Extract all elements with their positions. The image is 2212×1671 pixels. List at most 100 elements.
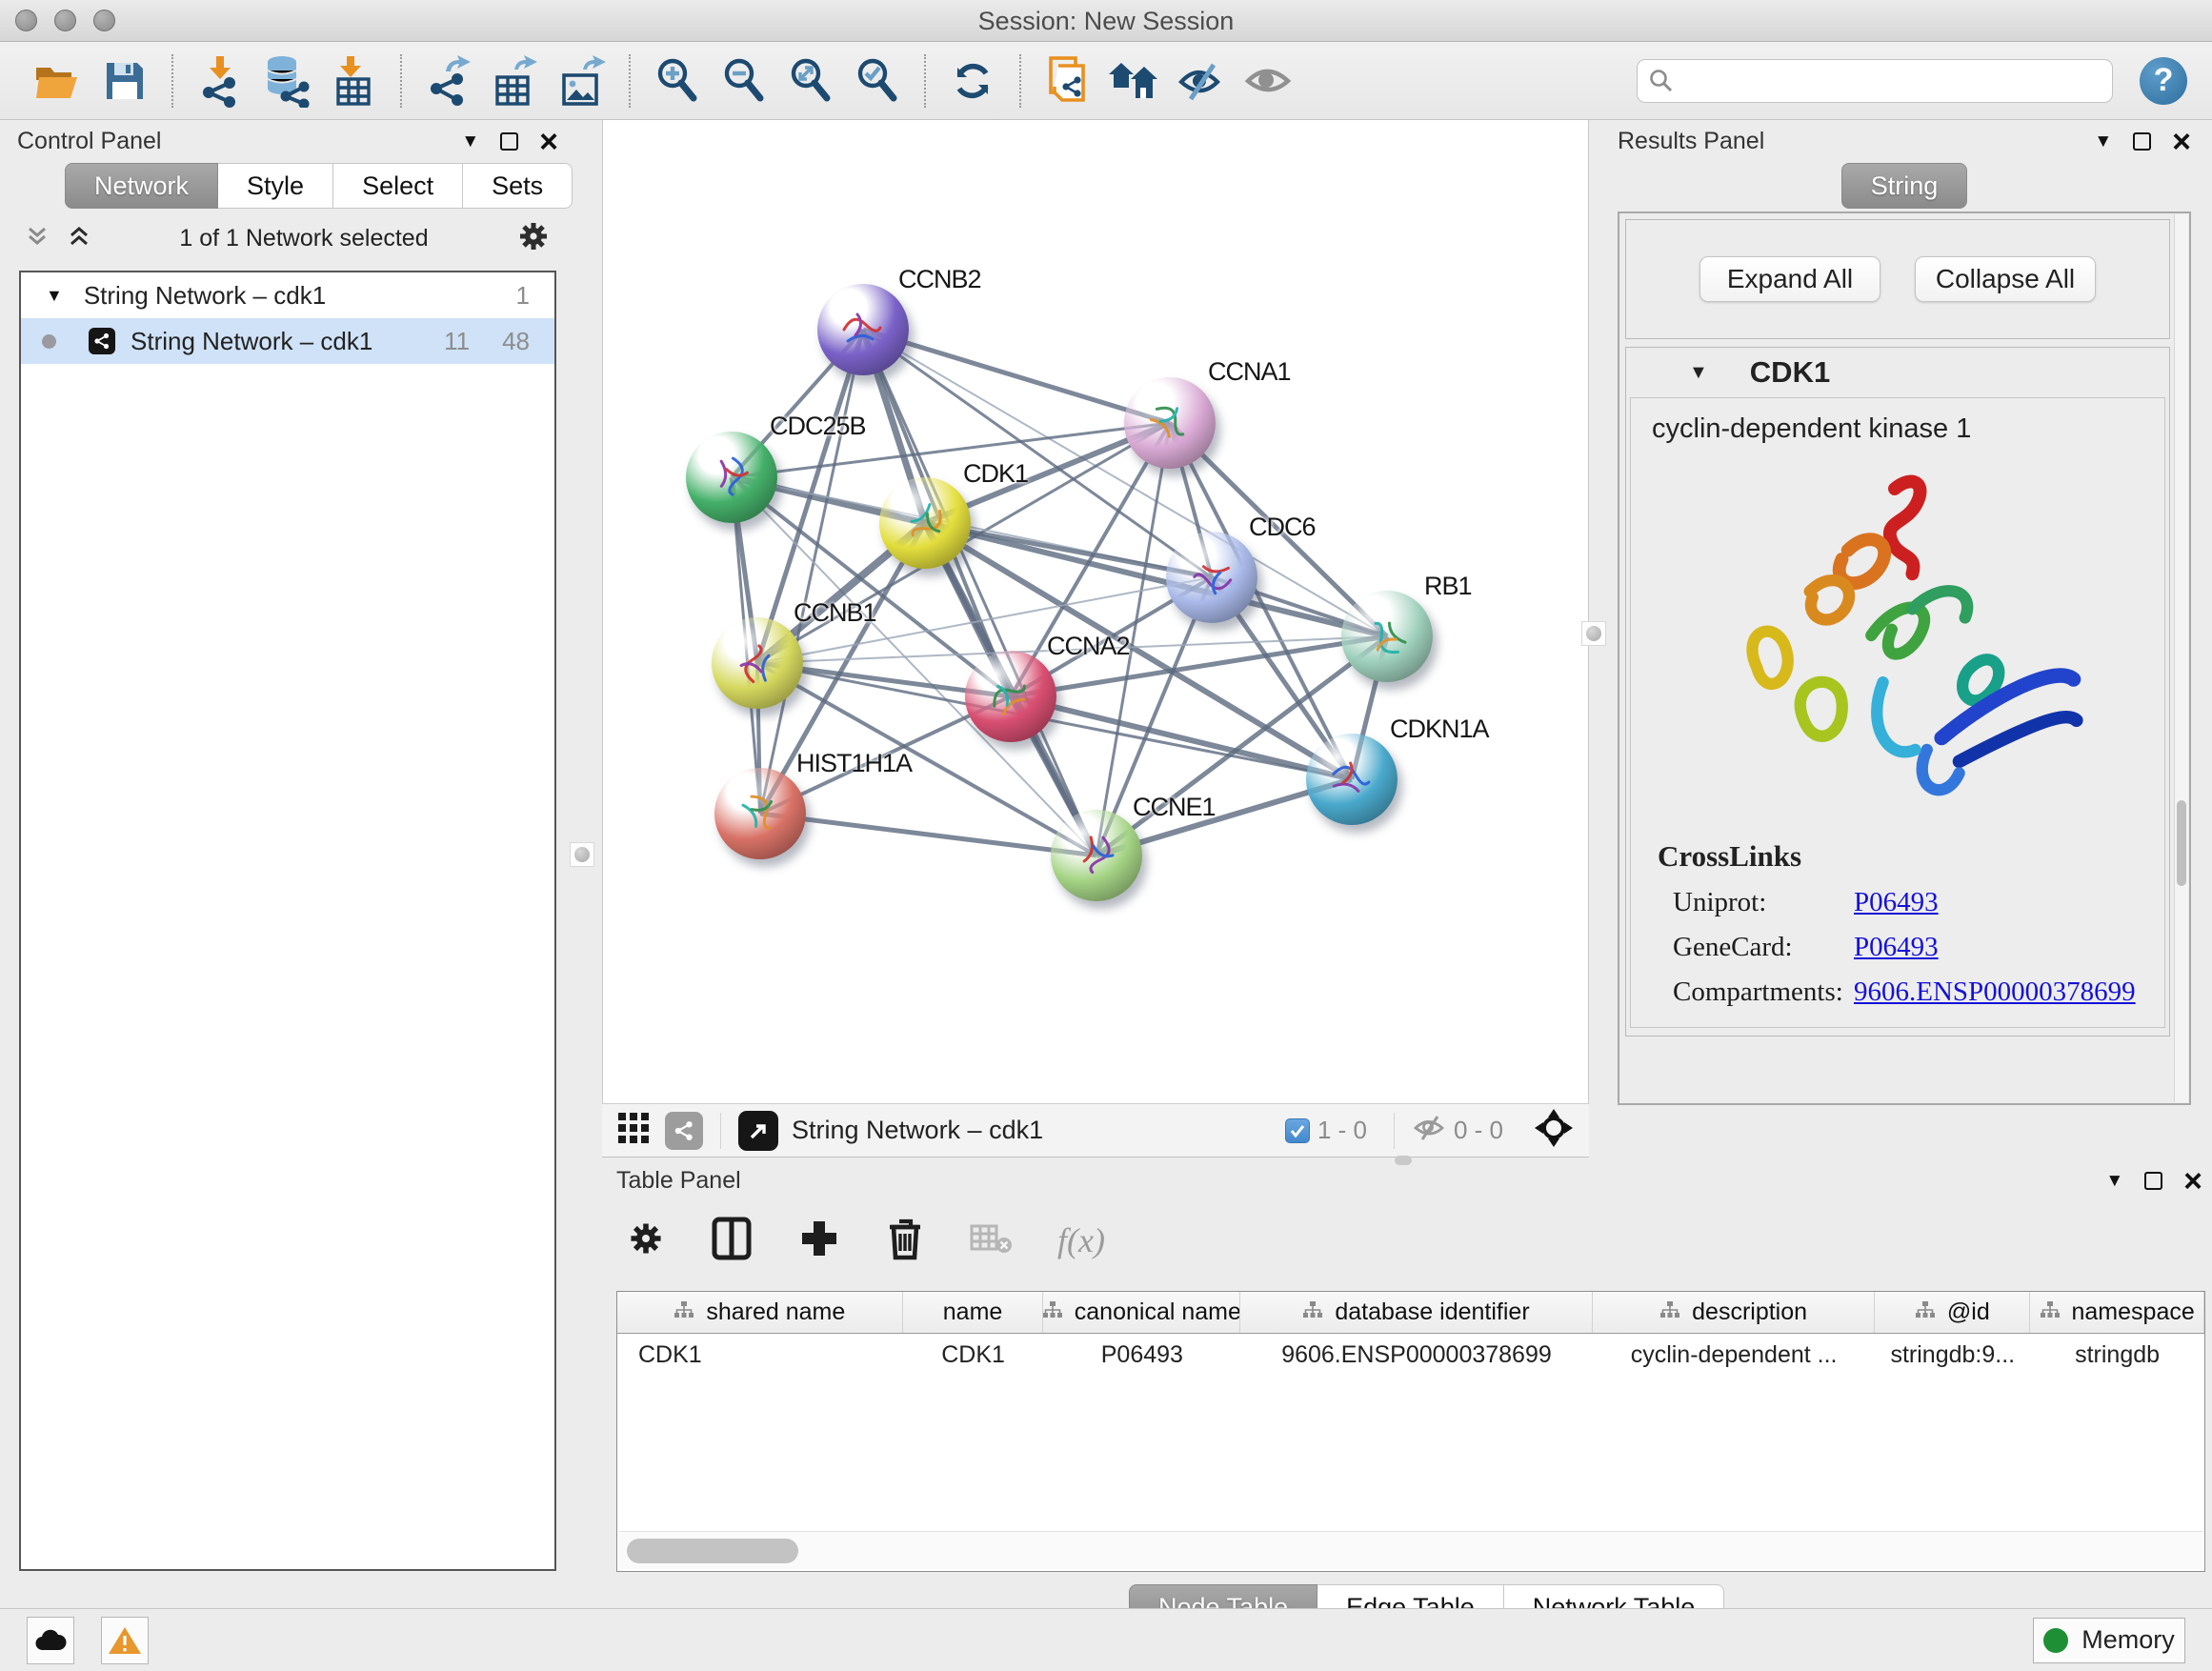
graph-node-cdk1[interactable] bbox=[879, 477, 971, 569]
crosslink-link[interactable]: P06493 bbox=[1854, 887, 1939, 918]
expand-all-button[interactable]: Expand All bbox=[1699, 256, 1880, 302]
graph-node-ccnb2[interactable] bbox=[817, 284, 909, 375]
panel-float-icon[interactable] bbox=[2133, 132, 2151, 151]
table-toolbar: f(x) bbox=[627, 1210, 2212, 1271]
table-horizontal-scrollbar[interactable] bbox=[619, 1531, 2202, 1569]
import-network-icon[interactable] bbox=[193, 54, 247, 108]
toolbar-search[interactable] bbox=[1637, 59, 2113, 103]
panel-float-icon[interactable] bbox=[500, 132, 518, 151]
scrollbar-thumb[interactable] bbox=[627, 1539, 798, 1563]
selected-indicator-checkbox[interactable] bbox=[1285, 1118, 1310, 1143]
panel-menu-icon[interactable]: ▼ bbox=[461, 131, 479, 152]
graph-node-hist1h1a[interactable] bbox=[714, 768, 806, 859]
graph-node-ccna2[interactable] bbox=[965, 651, 1056, 742]
create-column-icon[interactable] bbox=[798, 1218, 840, 1264]
collapse-all-networks-icon[interactable] bbox=[25, 224, 50, 253]
results-scrollbar[interactable] bbox=[2174, 214, 2188, 1102]
graph-node-ccnb1[interactable] bbox=[712, 617, 803, 709]
expand-all-networks-icon[interactable] bbox=[67, 224, 91, 253]
panel-menu-icon[interactable]: ▼ bbox=[2094, 131, 2112, 152]
apply-layout-icon[interactable] bbox=[946, 54, 999, 108]
crosslink-link[interactable]: 9606.ENSP00000378699 bbox=[1854, 976, 2136, 1008]
toolbar-separator bbox=[1019, 54, 1021, 108]
open-session-icon[interactable] bbox=[31, 54, 85, 108]
protein-structure bbox=[701, 447, 762, 508]
graph-edge[interactable] bbox=[760, 330, 863, 814]
network-options-gear-icon[interactable] bbox=[516, 219, 551, 258]
zoom-in-icon[interactable] bbox=[651, 54, 704, 108]
column-header-description[interactable]: description bbox=[1593, 1292, 1876, 1333]
tab-sets[interactable]: Sets bbox=[463, 163, 573, 209]
import-table-icon[interactable] bbox=[327, 54, 380, 108]
current-network-title: String Network – cdk1 bbox=[792, 1116, 1043, 1145]
graph-node-cdkn1a[interactable] bbox=[1306, 734, 1398, 825]
show-columns-icon[interactable] bbox=[711, 1216, 753, 1266]
graph-node-label: CDC6 bbox=[1249, 513, 1316, 542]
crosslink-link[interactable]: 9606.ENSP00000378699 bbox=[1854, 1021, 2136, 1028]
graph-node-ccne1[interactable] bbox=[1051, 810, 1142, 901]
birdseye-grid-icon[interactable] bbox=[617, 1112, 650, 1149]
network-canvas[interactable]: CCNB2 CCNA1 CDC25B CDK1 CDC6 RB1 CCNB1 C… bbox=[602, 120, 1589, 1103]
left-splitter-handle[interactable] bbox=[570, 842, 594, 867]
export-table-icon[interactable] bbox=[489, 54, 542, 108]
fit-content-crosshair-icon[interactable] bbox=[1534, 1108, 1574, 1153]
search-input[interactable] bbox=[1683, 66, 2101, 95]
panel-close-icon[interactable]: × bbox=[2183, 1172, 2202, 1191]
table-row[interactable]: CDK1CDK1P064939606.ENSP00000378699cyclin… bbox=[617, 1334, 2204, 1376]
hide-selected-icon[interactable] bbox=[1175, 54, 1228, 108]
graph-edge[interactable] bbox=[863, 330, 1170, 423]
column-header-namespace[interactable]: namespace bbox=[2030, 1292, 2204, 1333]
tab-string[interactable]: String bbox=[1841, 163, 1968, 209]
horizontal-splitter-handle[interactable] bbox=[1395, 1156, 1412, 1165]
graph-node-rb1[interactable] bbox=[1341, 591, 1433, 682]
delete-column-icon[interactable] bbox=[886, 1216, 924, 1266]
cloud-status-button[interactable] bbox=[27, 1617, 74, 1664]
results-button-row: Expand All Collapse All bbox=[1625, 219, 2170, 339]
tab-style[interactable]: Style bbox=[218, 163, 333, 209]
help-button[interactable]: ? bbox=[2140, 57, 2187, 105]
export-network-icon[interactable] bbox=[422, 54, 475, 108]
tab-select[interactable]: Select bbox=[333, 163, 463, 209]
column-header-name[interactable]: name bbox=[903, 1292, 1044, 1333]
network-overview-icon[interactable] bbox=[665, 1112, 703, 1150]
tree-expander-icon[interactable]: ▼ bbox=[46, 286, 63, 306]
entry-expander-icon[interactable]: ▼ bbox=[1689, 362, 1708, 384]
network-row[interactable]: String Network – cdk1 11 48 bbox=[21, 318, 554, 364]
toolbar-separator bbox=[720, 1113, 721, 1149]
column-header-database-identifier[interactable]: database identifier bbox=[1240, 1292, 1593, 1333]
panel-float-icon[interactable] bbox=[2144, 1172, 2162, 1190]
column-header-@id[interactable]: @id bbox=[1875, 1292, 2030, 1333]
network-view-toolbar: String Network – cdk1 1 - 0 0 - 0 bbox=[602, 1103, 1589, 1158]
right-splitter-handle[interactable] bbox=[1581, 621, 1606, 646]
graph-node-cdc6[interactable] bbox=[1166, 532, 1257, 623]
export-image-icon[interactable] bbox=[555, 54, 609, 108]
crosslink-link[interactable]: P06493 bbox=[1854, 932, 1939, 963]
import-network-database-icon[interactable] bbox=[260, 54, 313, 108]
network-collection-row[interactable]: ▼ String Network – cdk1 1 bbox=[21, 272, 554, 318]
node-count: 11 bbox=[444, 327, 470, 356]
show-all-icon[interactable] bbox=[1241, 54, 1295, 108]
graph-edge[interactable] bbox=[925, 523, 1387, 636]
save-session-icon[interactable] bbox=[98, 54, 151, 108]
graph-node-cdc25b[interactable] bbox=[686, 432, 777, 523]
table-options-gear-icon[interactable] bbox=[627, 1219, 665, 1262]
open-in-window-icon[interactable] bbox=[738, 1111, 778, 1151]
edge-layer bbox=[603, 120, 1590, 1103]
graph-edge[interactable] bbox=[760, 814, 1096, 856]
panel-close-icon[interactable]: × bbox=[2172, 132, 2191, 151]
column-header-shared-name[interactable]: shared name bbox=[617, 1292, 903, 1333]
control-panel: Control Panel ▼ × NetworkStyleSelectSets… bbox=[11, 120, 564, 1603]
home-icon[interactable] bbox=[1108, 54, 1161, 108]
zoom-fit-icon[interactable] bbox=[784, 54, 837, 108]
first-neighbors-icon[interactable] bbox=[1041, 54, 1095, 108]
zoom-out-icon[interactable] bbox=[717, 54, 771, 108]
memory-button[interactable]: Memory bbox=[2033, 1618, 2185, 1663]
zoom-selected-icon[interactable] bbox=[851, 54, 904, 108]
column-header-canonical-name[interactable]: canonical name bbox=[1043, 1292, 1240, 1333]
graph-node-ccna1[interactable] bbox=[1124, 377, 1216, 469]
panel-close-icon[interactable]: × bbox=[539, 132, 558, 151]
panel-menu-icon[interactable]: ▼ bbox=[2105, 1171, 2123, 1192]
warnings-button[interactable] bbox=[101, 1617, 149, 1664]
tab-network[interactable]: Network bbox=[65, 163, 218, 209]
collapse-all-button[interactable]: Collapse All bbox=[1915, 256, 2096, 302]
